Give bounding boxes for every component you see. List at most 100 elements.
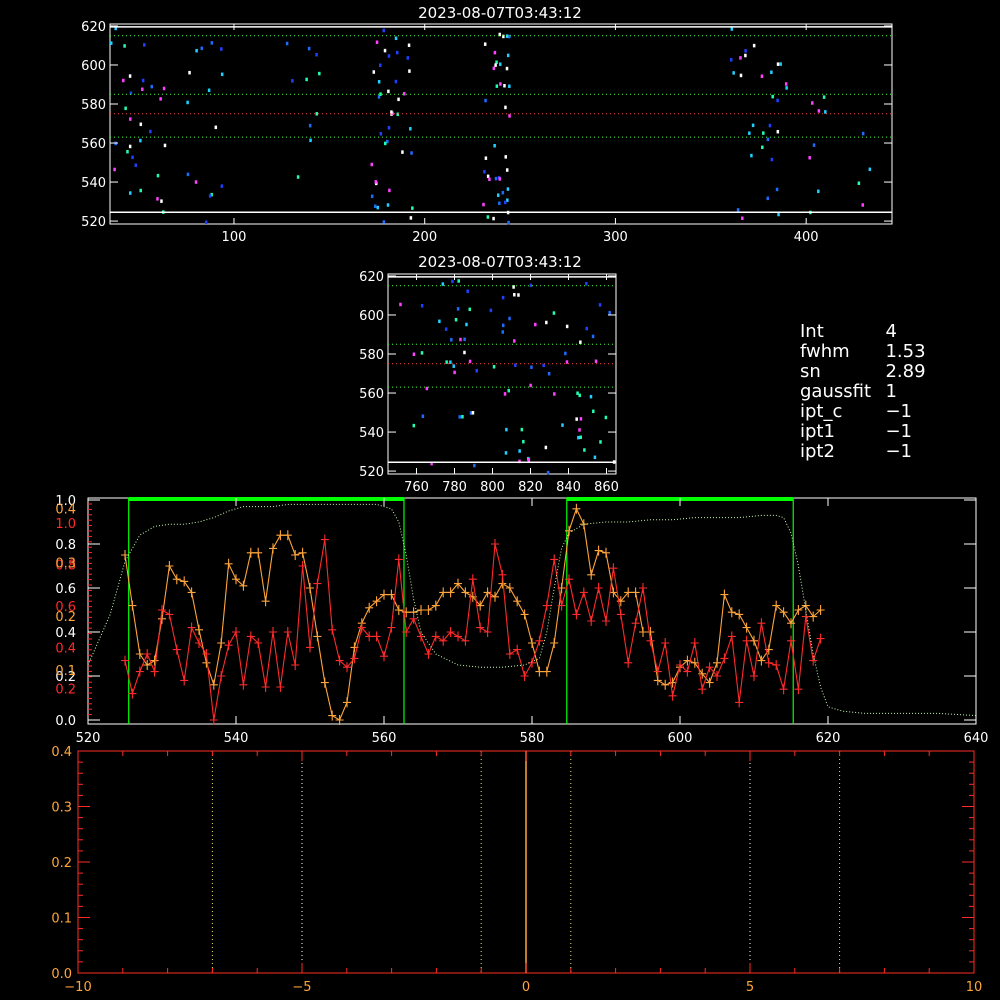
green-box xyxy=(566,497,794,724)
speckle xyxy=(456,307,460,311)
speckle xyxy=(408,69,411,73)
series-red-point xyxy=(572,609,581,620)
speckle xyxy=(564,351,567,356)
series-orange-point xyxy=(372,596,381,607)
speckle xyxy=(488,177,491,182)
series-orange-point xyxy=(394,605,403,615)
y-tick-label: 560 xyxy=(359,387,384,402)
x-tick-label: 840 xyxy=(556,480,581,495)
speckle xyxy=(372,70,376,74)
speckle xyxy=(463,350,466,355)
speckle xyxy=(374,180,378,184)
series-orange-point xyxy=(276,530,285,541)
series-red-point xyxy=(394,554,403,565)
speckle xyxy=(579,340,582,344)
speckle xyxy=(425,386,429,391)
series-red-point xyxy=(542,600,551,611)
series-red-point xyxy=(431,631,440,642)
speckle xyxy=(420,304,424,308)
series-orange-point xyxy=(380,589,388,600)
speckle xyxy=(473,463,476,468)
series-red-point xyxy=(291,660,300,670)
speckle xyxy=(129,191,132,195)
speckle xyxy=(483,169,486,174)
x-tick-label: 100 xyxy=(222,230,247,245)
speckle xyxy=(143,43,146,47)
series-red-point xyxy=(772,660,781,670)
series-orange-point xyxy=(594,545,603,556)
series-orange-point xyxy=(513,596,522,607)
speckle xyxy=(861,203,864,207)
series-orange-point xyxy=(209,679,218,690)
series-orange-point xyxy=(542,666,551,677)
x-tick-label: −5 xyxy=(292,980,311,995)
left-tick-label-red: 1.0 xyxy=(55,517,76,532)
series-red-point xyxy=(794,684,803,695)
y-tick-label: 0.3 xyxy=(51,801,72,816)
series-red-point xyxy=(254,638,263,648)
series-red-point xyxy=(624,657,633,668)
x-tick-label: −10 xyxy=(64,980,91,995)
speckle xyxy=(505,66,509,71)
speckle xyxy=(149,129,152,134)
speckle xyxy=(445,360,448,364)
speckle xyxy=(565,360,569,364)
speckle xyxy=(373,204,377,209)
speckle xyxy=(553,392,556,396)
y-tick-label: 600 xyxy=(359,309,384,324)
series-red-point xyxy=(165,609,174,620)
speckle xyxy=(579,417,583,421)
series-orange-line xyxy=(124,507,821,721)
speckle xyxy=(375,40,379,44)
speckle xyxy=(186,172,190,177)
speckle xyxy=(397,97,400,102)
series-red-point xyxy=(387,622,396,633)
speckle xyxy=(382,220,386,224)
speckle xyxy=(134,163,138,168)
speckle xyxy=(861,131,865,136)
speckle xyxy=(188,70,191,75)
top-image-speckles xyxy=(110,26,872,225)
series-red-point xyxy=(498,569,507,580)
series-red-point xyxy=(727,631,736,642)
speckle xyxy=(518,449,521,453)
series-orange-point xyxy=(742,622,751,633)
speckle xyxy=(305,77,308,82)
x-tick-label: 800 xyxy=(480,480,505,495)
speckle xyxy=(585,326,588,331)
speckle xyxy=(394,36,398,41)
speckle xyxy=(420,351,424,355)
series-red-point xyxy=(505,649,514,659)
profile-frame xyxy=(87,497,977,725)
x-tick-label: 520 xyxy=(76,731,101,746)
series-orange-point xyxy=(491,591,499,602)
series-red-point xyxy=(128,688,137,699)
speckle xyxy=(454,317,458,322)
speckle xyxy=(604,415,608,420)
speckle xyxy=(124,106,127,111)
series-red-point xyxy=(313,578,322,589)
speckle xyxy=(139,122,143,127)
series-orange-point xyxy=(579,519,588,530)
series-red-point xyxy=(246,631,255,642)
left-tick-label-white: 0.8 xyxy=(55,538,76,553)
series-red-point xyxy=(816,633,825,644)
series-red-point xyxy=(239,679,248,690)
series-red-point xyxy=(698,684,707,695)
speckle xyxy=(508,84,511,89)
speckle xyxy=(770,157,774,162)
y-tick-label: 580 xyxy=(81,98,106,113)
series-orange-point xyxy=(232,574,240,585)
speckle xyxy=(315,53,318,57)
speckle xyxy=(394,79,398,84)
speckle xyxy=(421,414,425,418)
speckle xyxy=(285,41,289,46)
x-tick-label: 760 xyxy=(404,480,429,495)
speckle xyxy=(498,62,502,66)
speckle xyxy=(592,409,595,414)
series-red-point xyxy=(135,666,144,677)
series-orange-point xyxy=(343,697,351,708)
speckle xyxy=(561,423,564,427)
series-red-point xyxy=(801,611,810,622)
series-lightgreen-line xyxy=(87,503,977,717)
